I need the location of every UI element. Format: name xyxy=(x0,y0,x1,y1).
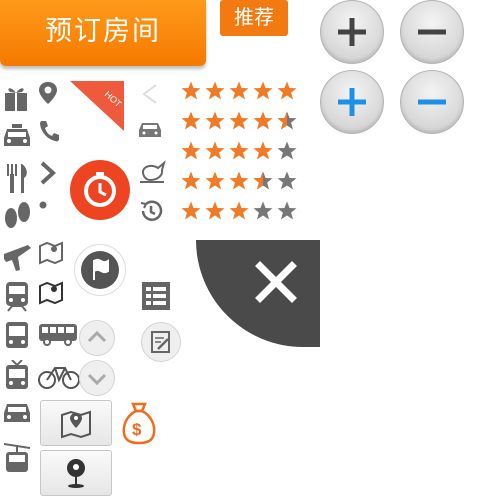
alarm-clock-icon xyxy=(84,172,116,207)
minus-button-blue[interactable] xyxy=(400,70,464,134)
book-room-button[interactable]: 预订房间 xyxy=(0,0,206,66)
star-icon xyxy=(181,111,201,130)
star-icon xyxy=(229,81,249,100)
hot-corner-tag: HOT xyxy=(70,81,124,131)
star-rating-row xyxy=(181,141,297,160)
star-icon xyxy=(253,111,273,130)
flag-icon xyxy=(93,258,109,280)
star-icon xyxy=(253,171,273,190)
close-icon xyxy=(255,261,297,303)
star-icon xyxy=(253,201,273,220)
star-icon xyxy=(277,81,297,100)
history-clock-icon xyxy=(140,200,163,221)
star-rating-row xyxy=(181,171,297,190)
phone-icon xyxy=(40,121,59,142)
minus-icon-blue xyxy=(418,99,446,105)
chevron-up-icon xyxy=(87,330,107,343)
chevron-right-icon xyxy=(40,161,56,185)
map-pin-outline-icon xyxy=(39,241,63,265)
star-icon xyxy=(229,201,249,220)
star-icon xyxy=(181,81,201,100)
star-icon xyxy=(181,141,201,160)
plus-button-blue[interactable] xyxy=(320,70,384,134)
clock-button[interactable] xyxy=(70,160,130,220)
star-rating-row xyxy=(181,201,297,220)
car-icon xyxy=(4,404,30,422)
star-icon xyxy=(229,171,249,190)
star-icon xyxy=(229,111,249,130)
star-icon xyxy=(277,141,297,160)
star-icon xyxy=(277,111,297,130)
star-icon xyxy=(181,171,201,190)
bicycle-icon xyxy=(38,367,80,389)
plus-icon xyxy=(338,18,366,46)
car-small-icon xyxy=(139,123,161,137)
star-rating-row xyxy=(181,81,297,100)
gift-icon xyxy=(5,88,27,111)
locate-button[interactable] xyxy=(40,450,112,496)
chevron-down-icon xyxy=(87,373,107,386)
minus-button-gray[interactable] xyxy=(400,0,464,64)
footprints-icon xyxy=(5,202,30,228)
money-bag-icon: $ xyxy=(122,402,156,445)
plus-button-gray[interactable] xyxy=(320,0,384,64)
train-icon xyxy=(6,282,28,312)
trolley-bus-icon xyxy=(6,360,28,389)
star-icon xyxy=(229,141,249,160)
star-icon xyxy=(205,201,225,220)
locate-pin-icon xyxy=(67,459,85,488)
bullet-dot-icon xyxy=(39,201,47,209)
chevron-left-light-icon xyxy=(142,84,157,104)
grid-list-icon xyxy=(142,282,170,310)
edit-note-button[interactable] xyxy=(141,322,181,362)
chevron-down-button[interactable] xyxy=(79,360,115,396)
map-marker-icon xyxy=(61,410,91,439)
star-icon xyxy=(253,81,273,100)
star-icon xyxy=(205,141,225,160)
location-pin-icon xyxy=(39,82,57,104)
bus-icon xyxy=(6,322,28,348)
star-icon xyxy=(181,201,201,220)
star-icon xyxy=(205,81,225,100)
taxi-icon xyxy=(4,124,30,146)
minus-icon xyxy=(418,29,446,35)
fork-knife-icon xyxy=(7,164,27,193)
star-icon xyxy=(205,171,225,190)
svg-text:$: $ xyxy=(132,420,142,439)
map-pin-icon xyxy=(39,281,63,305)
star-rating-row xyxy=(181,111,297,130)
chevron-up-button[interactable] xyxy=(79,320,115,356)
plus-icon-blue xyxy=(338,88,366,116)
flag-button[interactable] xyxy=(74,244,126,296)
star-icon xyxy=(205,111,225,130)
edit-note-icon xyxy=(151,331,170,353)
star-icon xyxy=(253,141,273,160)
recommend-badge: 推荐 xyxy=(220,0,288,36)
map-button[interactable] xyxy=(40,400,112,446)
airplane-icon xyxy=(4,245,31,271)
close-button[interactable] xyxy=(196,240,320,347)
star-icon xyxy=(277,171,297,190)
roast-turkey-icon xyxy=(140,160,166,183)
bus-side-icon xyxy=(39,324,77,346)
star-icon xyxy=(277,201,297,220)
cable-car-icon xyxy=(4,443,30,472)
